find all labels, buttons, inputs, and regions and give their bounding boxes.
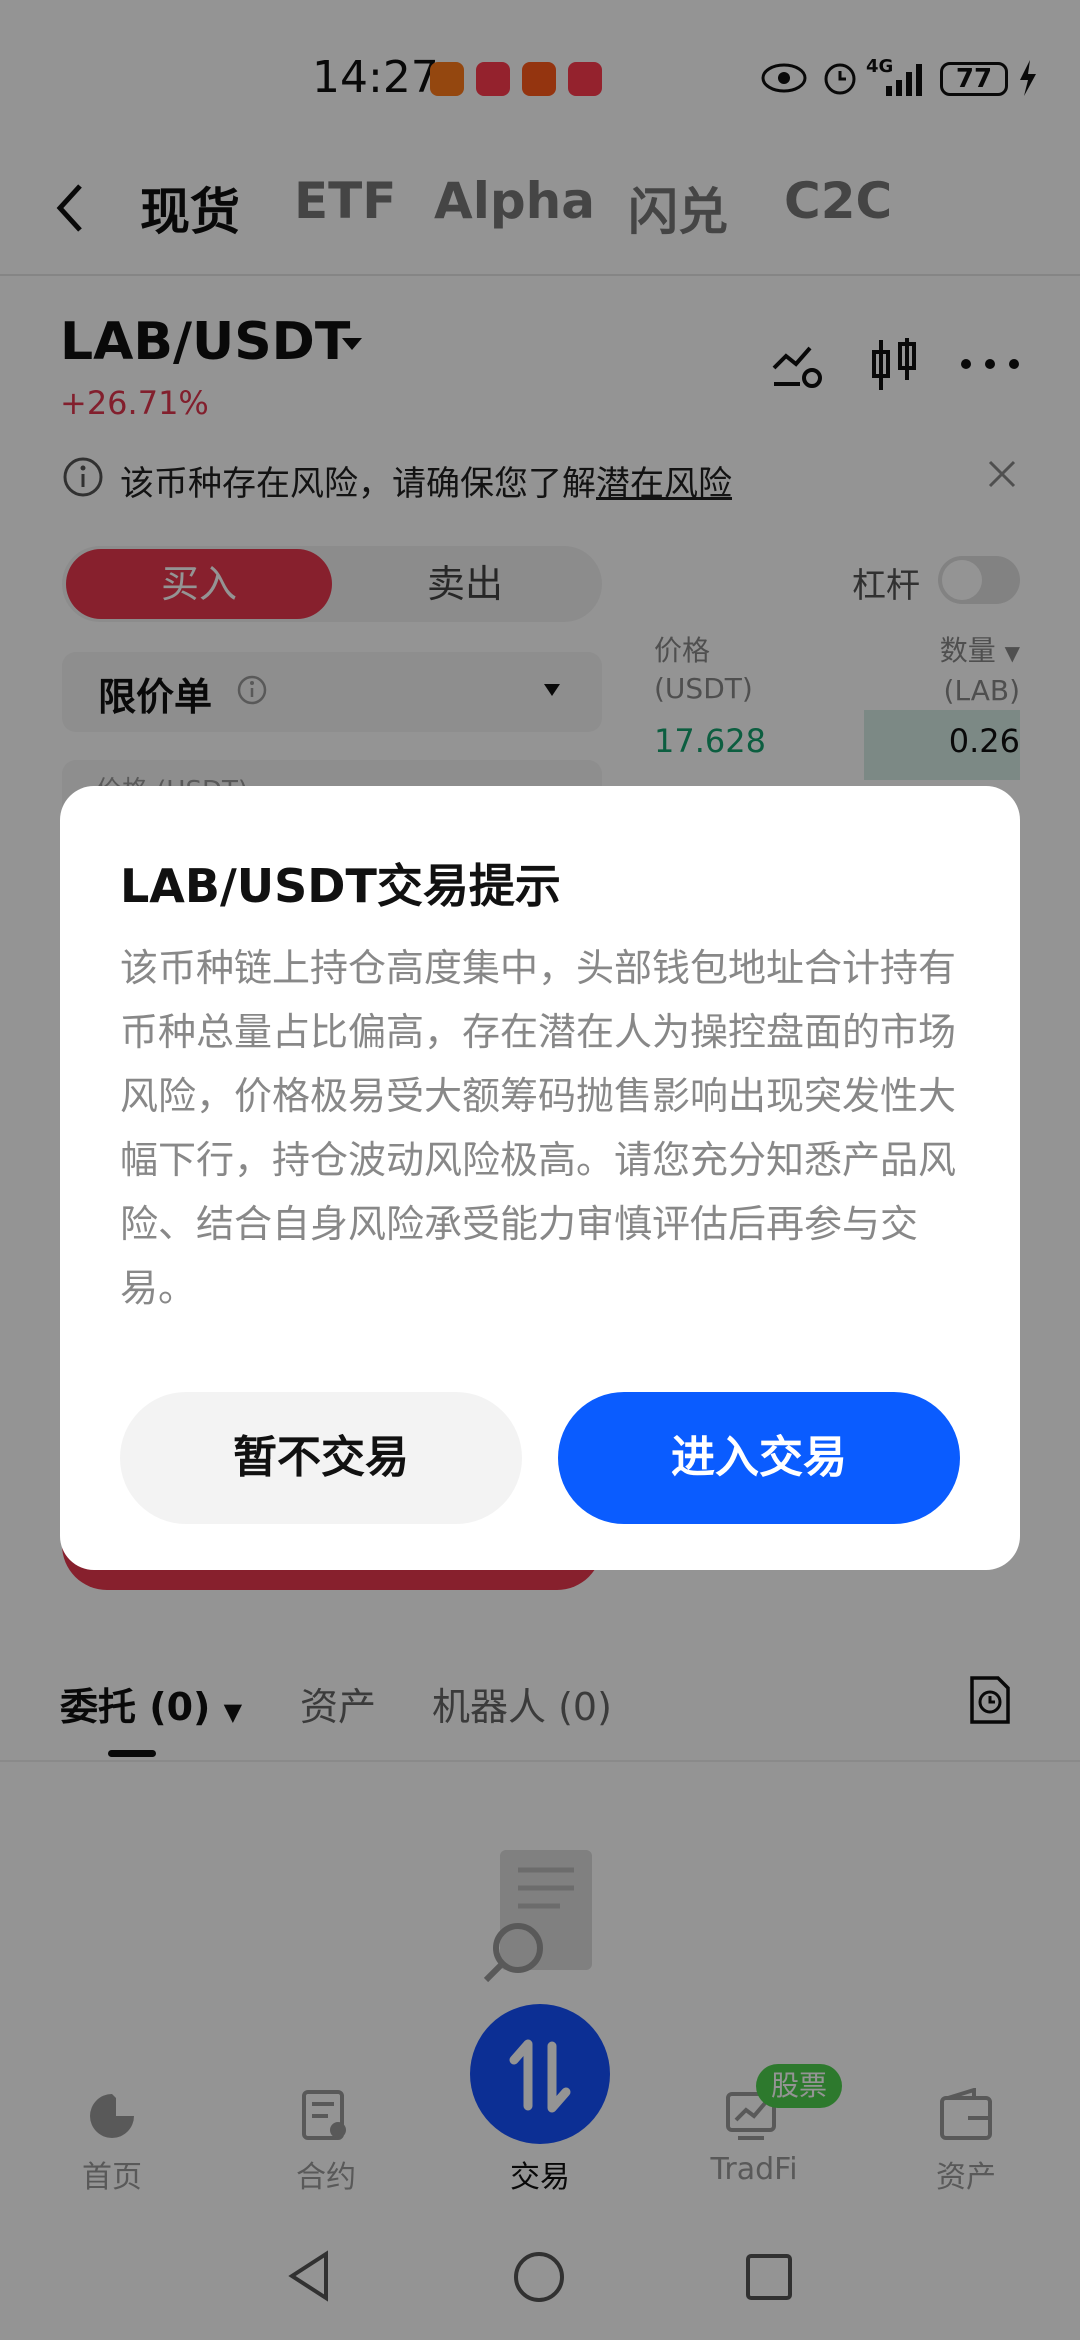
dialog-body: 该币种链上持仓高度集中，头部钱包地址合计持有币种总量占比偏高，存在潜在人为操控盘…: [120, 946, 957, 1310]
decline-trade-button[interactable]: 暂不交易: [120, 1392, 522, 1524]
enter-trade-button[interactable]: 进入交易: [558, 1392, 960, 1524]
dialog-title: LAB/USDT交易提示: [120, 859, 561, 913]
